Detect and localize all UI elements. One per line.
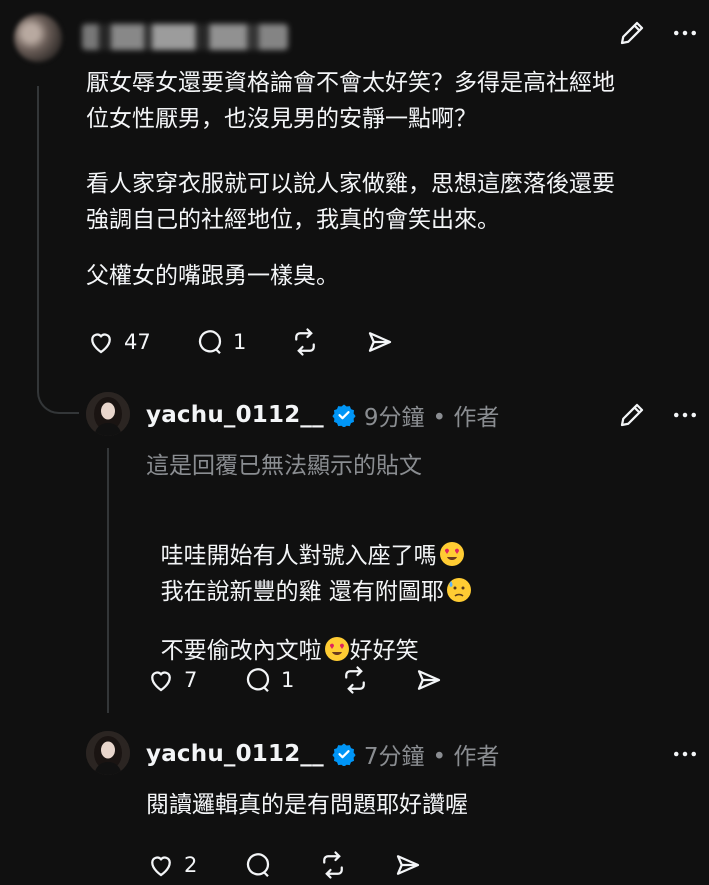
reply2-text: 閱讀邏輯真的是有問題耶好讚喔 — [146, 792, 468, 818]
author-avatar[interactable] — [14, 14, 62, 62]
reply1-share-button[interactable] — [414, 665, 444, 695]
reply2-username[interactable]: yachu_0112__ — [146, 741, 324, 767]
reply1-time: 9分鐘 — [363, 405, 425, 431]
reply2-role: • 作者 — [432, 744, 500, 770]
thread-curve — [37, 372, 79, 414]
reply-count: 1 — [233, 330, 247, 354]
reply1-thread-line — [107, 448, 109, 713]
reply1-quoted-notice: 這是回覆已無法顯示的貼文 — [146, 453, 422, 479]
share-button[interactable] — [365, 327, 395, 357]
send-icon — [417, 670, 441, 690]
reply2-like-count: 2 — [184, 853, 198, 877]
reply2-more-icon[interactable] — [670, 739, 700, 773]
reply1-reply-button[interactable]: 1 — [243, 665, 294, 695]
verified-badge-icon — [332, 404, 356, 427]
verified-badge-icon — [332, 743, 356, 766]
reply2-time: 7分鐘 — [363, 744, 425, 770]
reply1-reply-count: 1 — [281, 668, 295, 692]
more-icon[interactable] — [670, 18, 700, 52]
sad-sweat-emoji-icon — [446, 578, 471, 602]
reply2-reply-button[interactable] — [243, 850, 273, 880]
comment-icon — [198, 330, 222, 355]
heart-eyes-emoji-icon-2 — [324, 637, 349, 661]
reply2-avatar[interactable] — [86, 731, 130, 775]
like-button[interactable]: 47 — [86, 327, 151, 357]
reply1-line-3a-text: 不要偷改內文啦 — [160, 638, 322, 664]
reply2-like-button[interactable]: 2 — [146, 850, 197, 880]
reply1-line-3b-text: 好好笑 — [349, 638, 419, 664]
post-paragraph-2: 看人家穿衣服就可以說人家做雞，思想這麼落後還要 強調自己的社經地位，我真的會笑出… — [86, 171, 615, 233]
heart-icon — [151, 671, 171, 692]
reply1-username[interactable]: yachu_0112__ — [146, 402, 324, 428]
repost-button[interactable] — [290, 327, 320, 357]
heart-icon — [91, 333, 111, 354]
reply1-more-icon[interactable] — [670, 400, 700, 434]
reply2-header: yachu_0112__ 7分鐘 • 作者 — [146, 737, 499, 771]
heart-icon — [151, 856, 171, 877]
reply1-avatar[interactable] — [86, 392, 130, 436]
edit-icon[interactable] — [617, 18, 647, 52]
like-count: 47 — [124, 330, 151, 354]
thread-line — [37, 86, 39, 376]
post-paragraph-1: 厭女辱女還要資格論會不會太好笑？多得是高社經地 位女性厭男，也沒見男的安靜一點啊… — [86, 70, 615, 132]
post-paragraph-3: 父權女的嘴跟勇一樣臭。 — [86, 263, 339, 289]
reply1-header: yachu_0112__ 9分鐘 • 作者 — [146, 398, 499, 432]
comment-icon — [246, 668, 270, 693]
reply2-repost-button[interactable] — [318, 850, 348, 880]
comment-icon — [246, 853, 270, 878]
repost-icon — [295, 328, 315, 356]
reply2-share-button[interactable] — [393, 850, 423, 880]
reply1-line-3: 不要偷改內文啦 好好笑 — [146, 597, 419, 669]
repost-icon — [345, 666, 365, 694]
author-name-redacted[interactable] — [82, 24, 288, 50]
reply1-like-count: 7 — [184, 668, 198, 692]
reply1-role: • 作者 — [432, 405, 500, 431]
reply1-repost-button[interactable] — [340, 665, 370, 695]
repost-icon — [323, 851, 343, 879]
reply1-like-button[interactable]: 7 — [146, 665, 197, 695]
reply-button[interactable]: 1 — [195, 327, 246, 357]
reply1-edit-icon[interactable] — [617, 400, 647, 434]
send-icon — [396, 855, 420, 875]
send-icon — [368, 332, 392, 352]
